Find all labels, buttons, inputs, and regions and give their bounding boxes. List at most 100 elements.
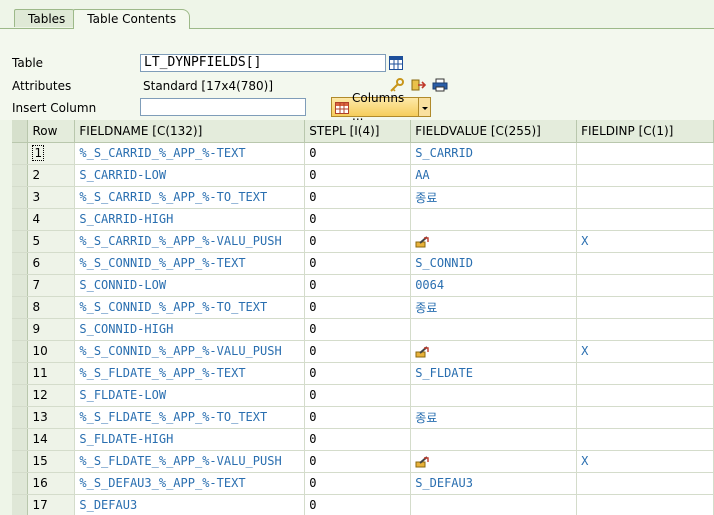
stepl-cell[interactable]: 0 [304,428,412,451]
fieldvalue-cell[interactable]: S_CARRID [410,142,578,165]
header-row-number[interactable]: Row [27,120,76,143]
stepl-cell[interactable]: 0 [304,296,412,319]
fieldname-cell[interactable]: %_S_FLDATE_%_APP_%-VALU_PUSH [74,450,306,473]
table-row[interactable]: 14 S_FLDATE-HIGH 0 [12,428,714,451]
fieldinp-cell[interactable] [576,472,714,495]
fieldinp-cell[interactable] [576,362,714,385]
fieldname-cell[interactable]: %_S_FLDATE_%_APP_%-TO_TEXT [74,406,306,429]
stepl-cell[interactable]: 0 [304,252,412,275]
row-selector[interactable] [12,450,29,473]
fieldname-cell[interactable]: %_S_CARRID_%_APP_%-TEXT [74,142,306,165]
fieldname-cell[interactable]: %_S_DEFAU3_%_APP_%-TEXT [74,472,306,495]
row-selector[interactable] [12,296,29,319]
stepl-cell[interactable]: 0 [304,494,412,515]
fieldinp-cell[interactable] [576,318,714,341]
table-row[interactable]: 13 %_S_FLDATE_%_APP_%-TO_TEXT 0 종료 [12,406,714,429]
header-fieldvalue[interactable]: FIELDVALUE [C(255)] [410,120,578,143]
table-row[interactable]: 4 S_CARRID-HIGH 0 [12,208,714,231]
header-fieldinp[interactable]: FIELDINP [C(1)] [576,120,714,143]
row-selector[interactable] [12,186,29,209]
table-name-field[interactable]: LT_DYNPFIELDS[] [140,54,386,72]
fieldinp-cell[interactable] [576,494,714,515]
fieldvalue-cell[interactable]: S_DEFAU3 [410,472,578,495]
fieldinp-cell[interactable] [576,428,714,451]
row-selector[interactable] [12,384,29,407]
fieldinp-cell[interactable]: X [576,340,714,363]
fieldinp-cell[interactable] [576,164,714,187]
stepl-cell[interactable]: 0 [304,230,412,253]
fieldinp-cell[interactable]: X [576,230,714,253]
fieldname-cell[interactable]: S_CONNID-HIGH [74,318,306,341]
fieldinp-cell[interactable] [576,208,714,231]
stepl-cell[interactable]: 0 [304,274,412,297]
stepl-cell[interactable]: 0 [304,450,412,473]
fieldname-cell[interactable]: S_CONNID-LOW [74,274,306,297]
select-all-cell[interactable] [12,120,29,143]
row-selector[interactable] [12,208,29,231]
stepl-cell[interactable]: 0 [304,186,412,209]
fieldvalue-cell[interactable] [410,450,578,473]
stepl-cell[interactable]: 0 [304,142,412,165]
table-row[interactable]: 2 S_CARRID-LOW 0 AA [12,164,714,187]
table-row[interactable]: 7 S_CONNID-LOW 0 0064 [12,274,714,297]
fieldname-cell[interactable]: S_FLDATE-LOW [74,384,306,407]
table-row[interactable]: 12 S_FLDATE-LOW 0 [12,384,714,407]
fieldinp-cell[interactable] [576,296,714,319]
fieldname-cell[interactable]: S_DEFAU3 [74,494,306,515]
table-row[interactable]: 17 S_DEFAU3 0 [12,494,714,515]
table-row[interactable]: 6 %_S_CONNID_%_APP_%-TEXT 0 S_CONNID [12,252,714,275]
fieldvalue-cell[interactable] [410,230,578,253]
fieldname-cell[interactable]: %_S_CARRID_%_APP_%-VALU_PUSH [74,230,306,253]
fieldname-cell[interactable]: S_CARRID-LOW [74,164,306,187]
header-stepl[interactable]: STEPL [I(4)] [304,120,412,143]
row-selector[interactable] [12,340,29,363]
fieldvalue-cell[interactable]: 종료 [410,186,578,209]
row-selector[interactable] [12,494,29,515]
columns-button[interactable]: Columns ... [331,91,431,123]
row-selector[interactable] [12,318,29,341]
fieldinp-cell[interactable]: X [576,450,714,473]
fieldname-cell[interactable]: %_S_CONNID_%_APP_%-TO_TEXT [74,296,306,319]
fieldname-cell[interactable]: %_S_CONNID_%_APP_%-TEXT [74,252,306,275]
row-selector[interactable] [12,164,29,187]
fieldinp-cell[interactable] [576,186,714,209]
tab-table-contents[interactable]: Table Contents [73,9,191,29]
stepl-cell[interactable]: 0 [304,340,412,363]
fieldvalue-cell[interactable]: AA [410,164,578,187]
row-selector[interactable] [12,274,29,297]
table-row[interactable]: 1 %_S_CARRID_%_APP_%-TEXT 0 S_CARRID [12,142,714,165]
fieldinp-cell[interactable] [576,252,714,275]
table-row[interactable]: 16 %_S_DEFAU3_%_APP_%-TEXT 0 S_DEFAU3 [12,472,714,495]
fieldvalue-cell[interactable]: 종료 [410,296,578,319]
stepl-cell[interactable]: 0 [304,318,412,341]
header-fieldname[interactable]: FIELDNAME [C(132)] [74,120,306,143]
table-row[interactable]: 3 %_S_CARRID_%_APP_%-TO_TEXT 0 종료 [12,186,714,209]
fieldvalue-cell[interactable]: 종료 [410,406,578,429]
row-selector[interactable] [12,406,29,429]
row-selector[interactable] [12,362,29,385]
stepl-cell[interactable]: 0 [304,164,412,187]
table-row[interactable]: 15 %_S_FLDATE_%_APP_%-VALU_PUSH 0 X [12,450,714,473]
stepl-cell[interactable]: 0 [304,406,412,429]
fieldinp-cell[interactable] [576,142,714,165]
fieldinp-cell[interactable] [576,384,714,407]
fieldvalue-cell[interactable] [410,318,578,341]
row-selector[interactable] [12,142,29,165]
fieldinp-cell[interactable] [576,406,714,429]
fieldvalue-cell[interactable] [410,384,578,407]
table-row[interactable]: 11 %_S_FLDATE_%_APP_%-TEXT 0 S_FLDATE [12,362,714,385]
table-grid-icon[interactable] [389,56,403,70]
fieldname-cell[interactable]: %_S_CONNID_%_APP_%-VALU_PUSH [74,340,306,363]
stepl-cell[interactable]: 0 [304,384,412,407]
tab-tables[interactable]: Tables [14,9,80,27]
table-row[interactable]: 10 %_S_CONNID_%_APP_%-VALU_PUSH 0 X [12,340,714,363]
row-selector[interactable] [12,472,29,495]
stepl-cell[interactable]: 0 [304,208,412,231]
fieldvalue-cell[interactable]: 0064 [410,274,578,297]
print-icon[interactable] [432,78,448,92]
table-row[interactable]: 8 %_S_CONNID_%_APP_%-TO_TEXT 0 종료 [12,296,714,319]
row-selector[interactable] [12,428,29,451]
columns-dropdown-chevron-icon[interactable] [418,98,430,116]
table-row[interactable]: 5 %_S_CARRID_%_APP_%-VALU_PUSH 0 X [12,230,714,253]
fieldvalue-cell[interactable] [410,208,578,231]
